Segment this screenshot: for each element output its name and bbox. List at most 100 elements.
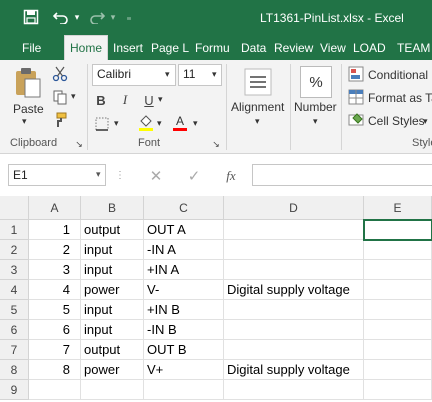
conditional-formatting-icon[interactable] xyxy=(347,65,365,83)
cell-d[interactable] xyxy=(224,220,364,240)
cell-a[interactable]: 1 xyxy=(29,220,81,240)
row-header[interactable]: 5 xyxy=(0,300,29,320)
cell-b[interactable]: output xyxy=(81,220,144,240)
cell-a[interactable]: 8 xyxy=(29,360,81,380)
cell-d[interactable]: Digital supply voltage xyxy=(224,360,364,380)
redo-dropdown-icon[interactable]: ▾ xyxy=(108,6,118,28)
select-all-corner[interactable] xyxy=(0,196,29,220)
cell-d[interactable] xyxy=(224,240,364,260)
format-painter-icon[interactable] xyxy=(50,110,70,130)
cell-c[interactable]: +IN A xyxy=(144,260,224,280)
cell-d[interactable]: Digital supply voltage xyxy=(224,280,364,300)
column-header-e[interactable]: E xyxy=(364,196,432,220)
tab-formulas[interactable]: Formu xyxy=(190,36,236,60)
insert-function-icon[interactable]: fx xyxy=(220,166,242,186)
number-format-icon[interactable]: % xyxy=(300,66,332,98)
alignment-button[interactable]: Alignment xyxy=(231,100,284,114)
underline-button[interactable]: U xyxy=(140,90,158,110)
font-color-icon[interactable]: A xyxy=(170,112,190,134)
tab-home[interactable]: Home xyxy=(64,35,108,60)
font-name-dropdown-icon[interactable]: ▾ xyxy=(165,69,170,80)
row-header[interactable]: 1 xyxy=(0,220,29,240)
cell-b[interactable]: power xyxy=(81,360,144,380)
row-header[interactable]: 4 xyxy=(0,280,29,300)
tab-page-layout[interactable]: Page L xyxy=(146,36,190,60)
tab-load[interactable]: LOAD xyxy=(348,36,392,60)
cell-b[interactable]: input xyxy=(81,320,144,340)
alignment-icon[interactable] xyxy=(242,66,274,98)
save-icon[interactable] xyxy=(18,6,44,28)
cell-b[interactable]: input xyxy=(81,300,144,320)
conditional-formatting-button[interactable]: Conditional xyxy=(368,68,428,82)
name-box-dropdown-icon[interactable]: ▾ xyxy=(96,169,101,180)
number-dropdown-icon[interactable]: ▾ xyxy=(313,116,318,127)
customize-qat-icon[interactable]: ₌ xyxy=(122,6,136,28)
cell-c[interactable]: -IN B xyxy=(144,320,224,340)
cell-e[interactable] xyxy=(364,220,432,240)
cell-e[interactable] xyxy=(364,300,432,320)
cut-icon[interactable] xyxy=(50,64,70,84)
worksheet-grid[interactable]: A B C D E 1 1 output OUT A 2 2 input -IN A 3 3 input +IN… xyxy=(0,196,432,402)
column-header-d[interactable]: D xyxy=(224,196,364,220)
enter-icon[interactable]: ✓ xyxy=(184,166,204,186)
cell-e[interactable] xyxy=(364,280,432,300)
row-header[interactable]: 2 xyxy=(0,240,29,260)
alignment-dropdown-icon[interactable]: ▾ xyxy=(255,116,260,127)
cell-a[interactable] xyxy=(29,380,81,400)
bold-button[interactable]: B xyxy=(92,90,110,110)
cell-c[interactable]: +IN B xyxy=(144,300,224,320)
column-header-b[interactable]: B xyxy=(81,196,144,220)
cell-e[interactable] xyxy=(364,360,432,380)
row-header[interactable]: 6 xyxy=(0,320,29,340)
cell-c[interactable]: -IN A xyxy=(144,240,224,260)
row-header[interactable]: 9 xyxy=(0,380,29,400)
cell-e[interactable] xyxy=(364,320,432,340)
borders-icon[interactable] xyxy=(92,114,112,134)
tab-file[interactable]: File xyxy=(0,36,64,60)
undo-icon[interactable] xyxy=(50,6,72,28)
cell-b[interactable]: power xyxy=(81,280,144,300)
cell-c[interactable]: OUT B xyxy=(144,340,224,360)
column-header-c[interactable]: C xyxy=(144,196,224,220)
italic-button[interactable]: I xyxy=(116,90,134,110)
copy-dropdown-icon[interactable]: ▾ xyxy=(71,91,76,102)
paste-icon[interactable] xyxy=(12,66,44,100)
format-as-table-button[interactable]: Format as Ta xyxy=(368,91,432,105)
cell-d[interactable] xyxy=(224,380,364,400)
cell-c[interactable] xyxy=(144,380,224,400)
fill-color-icon[interactable] xyxy=(136,112,156,134)
cell-e[interactable] xyxy=(364,240,432,260)
cell-a[interactable]: 7 xyxy=(29,340,81,360)
cell-a[interactable]: 4 xyxy=(29,280,81,300)
cell-c[interactable]: OUT A xyxy=(144,220,224,240)
cell-a[interactable]: 3 xyxy=(29,260,81,280)
formula-input[interactable] xyxy=(252,164,432,186)
cell-d[interactable] xyxy=(224,260,364,280)
cell-b[interactable]: input xyxy=(81,260,144,280)
paste-button[interactable]: Paste xyxy=(13,102,44,116)
cell-d[interactable] xyxy=(224,320,364,340)
tab-team[interactable]: TEAM xyxy=(392,36,432,60)
tab-view[interactable]: View xyxy=(315,36,348,60)
paste-dropdown-icon[interactable]: ▾ xyxy=(22,116,27,127)
font-launcher-icon[interactable]: ↘ xyxy=(211,138,221,150)
cell-e[interactable] xyxy=(364,260,432,280)
borders-dropdown-icon[interactable]: ▾ xyxy=(114,118,119,129)
cell-styles-dropdown-icon[interactable]: ▾ xyxy=(423,116,428,127)
cell-c[interactable]: V- xyxy=(144,280,224,300)
tab-insert[interactable]: Insert xyxy=(108,36,146,60)
cell-a[interactable]: 2 xyxy=(29,240,81,260)
name-box[interactable]: E1 xyxy=(8,164,106,186)
font-size-dropdown-icon[interactable]: ▾ xyxy=(212,69,217,80)
copy-icon[interactable] xyxy=(50,87,70,107)
cell-e[interactable] xyxy=(364,340,432,360)
underline-dropdown-icon[interactable]: ▾ xyxy=(158,94,163,105)
cell-b[interactable]: output xyxy=(81,340,144,360)
cell-styles-icon[interactable] xyxy=(347,111,365,129)
redo-icon[interactable] xyxy=(86,6,108,28)
row-header[interactable]: 3 xyxy=(0,260,29,280)
cell-styles-button[interactable]: Cell Styles xyxy=(368,114,425,128)
row-header[interactable]: 8 xyxy=(0,360,29,380)
cell-a[interactable]: 5 xyxy=(29,300,81,320)
cell-b[interactable]: input xyxy=(81,240,144,260)
